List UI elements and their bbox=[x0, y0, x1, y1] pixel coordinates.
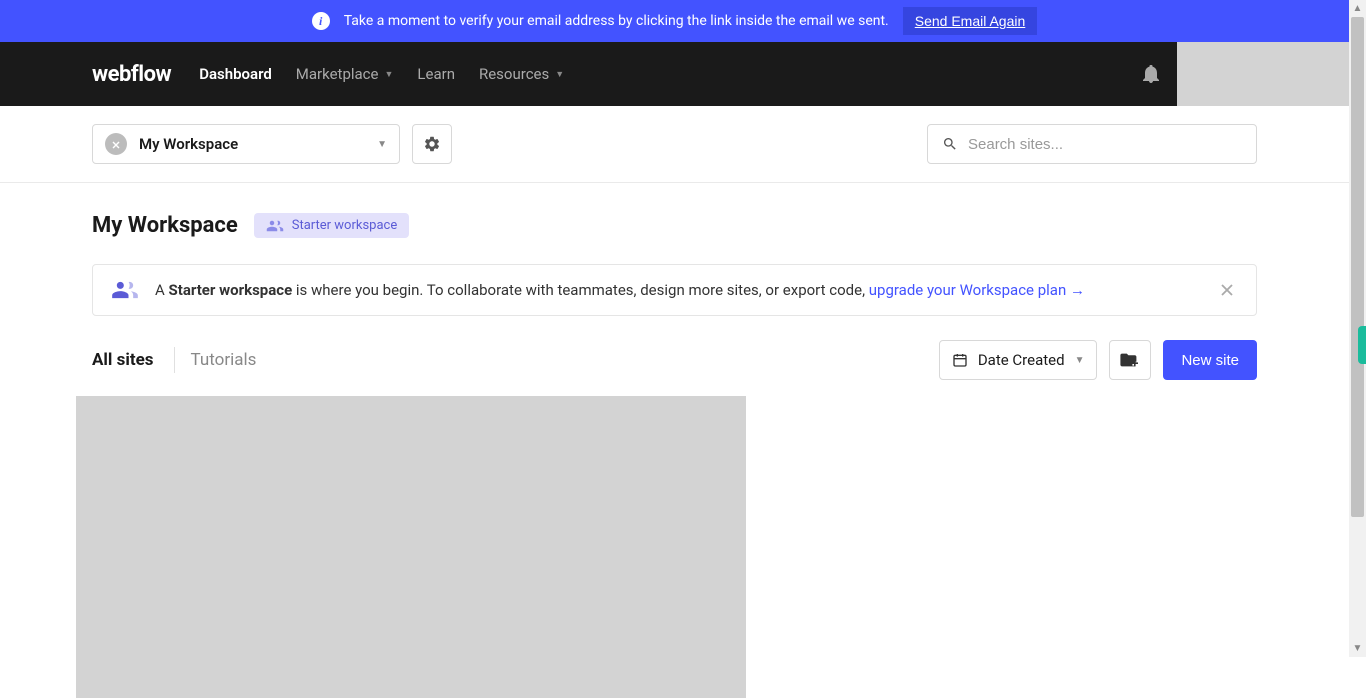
page-title: My Workspace bbox=[92, 213, 238, 238]
sort-select[interactable]: Date Created ▼ bbox=[939, 340, 1098, 380]
nav-label: Resources bbox=[479, 65, 549, 83]
chevron-down-icon: ▼ bbox=[555, 69, 564, 80]
help-tab[interactable] bbox=[1358, 326, 1366, 364]
verify-email-banner: i Take a moment to verify your email add… bbox=[0, 0, 1349, 42]
group-icon bbox=[266, 220, 284, 232]
main-content: My Workspace Starter workspace A Starter… bbox=[0, 183, 1349, 698]
workspace-selector[interactable]: My Workspace ▼ bbox=[92, 124, 400, 164]
chevron-down-icon: ▼ bbox=[1075, 355, 1085, 366]
calendar-icon bbox=[952, 352, 968, 368]
chevron-down-icon: ▼ bbox=[385, 69, 394, 80]
send-email-again-button[interactable]: Send Email Again bbox=[903, 7, 1038, 35]
new-site-button[interactable]: New site bbox=[1163, 340, 1257, 380]
divider bbox=[174, 347, 175, 373]
account-menu[interactable] bbox=[1177, 42, 1349, 106]
webflow-logo[interactable]: webflow bbox=[92, 62, 171, 87]
upgrade-plan-link[interactable]: upgrade your Workspace plan → bbox=[869, 281, 1085, 299]
chevron-down-icon: ▼ bbox=[377, 139, 387, 150]
scrollbar-thumb[interactable] bbox=[1351, 17, 1364, 517]
workspace-name: My Workspace bbox=[139, 135, 365, 153]
info-box-text: A Starter workspace is where you begin. … bbox=[155, 281, 1200, 299]
search-icon bbox=[942, 136, 958, 152]
sort-label: Date Created bbox=[978, 351, 1065, 369]
nav-label: Marketplace bbox=[296, 65, 379, 83]
main-navbar: webflow Dashboard Marketplace ▼ Learn Re… bbox=[0, 42, 1349, 106]
sites-tabs: All sites Tutorials Date Created ▼ New s… bbox=[92, 340, 1257, 380]
nav-marketplace[interactable]: Marketplace ▼ bbox=[296, 65, 394, 83]
search-sites bbox=[927, 124, 1257, 164]
notifications-icon[interactable] bbox=[1125, 65, 1177, 83]
nav-learn[interactable]: Learn bbox=[417, 65, 455, 83]
badge-label: Starter workspace bbox=[292, 218, 398, 233]
close-icon[interactable] bbox=[1216, 279, 1238, 301]
info-icon: i bbox=[312, 12, 330, 30]
nav-resources[interactable]: Resources ▼ bbox=[479, 65, 564, 83]
site-card-placeholder[interactable] bbox=[76, 396, 746, 698]
starter-info-box: A Starter workspace is where you begin. … bbox=[92, 264, 1257, 316]
nav-label: Dashboard bbox=[199, 65, 272, 83]
search-input[interactable] bbox=[968, 136, 1242, 153]
sites-grid bbox=[92, 396, 1257, 698]
tab-all-sites[interactable]: All sites bbox=[92, 350, 174, 370]
workspace-settings-button[interactable] bbox=[412, 124, 452, 164]
scroll-up-icon[interactable]: ▲ bbox=[1349, 0, 1366, 17]
workspace-avatar-icon bbox=[105, 133, 127, 155]
workspace-toolbar: My Workspace ▼ bbox=[0, 106, 1349, 183]
nav-dashboard[interactable]: Dashboard bbox=[199, 65, 272, 83]
plan-badge: Starter workspace bbox=[254, 213, 410, 238]
tab-tutorials[interactable]: Tutorials bbox=[191, 350, 277, 370]
nav-label: Learn bbox=[417, 65, 455, 83]
banner-text: Take a moment to verify your email addre… bbox=[344, 13, 889, 29]
scroll-down-icon[interactable]: ▼ bbox=[1349, 640, 1366, 657]
group-icon bbox=[111, 280, 139, 300]
gear-icon bbox=[423, 135, 441, 153]
folder-plus-icon bbox=[1120, 352, 1140, 368]
new-folder-button[interactable] bbox=[1109, 340, 1151, 380]
